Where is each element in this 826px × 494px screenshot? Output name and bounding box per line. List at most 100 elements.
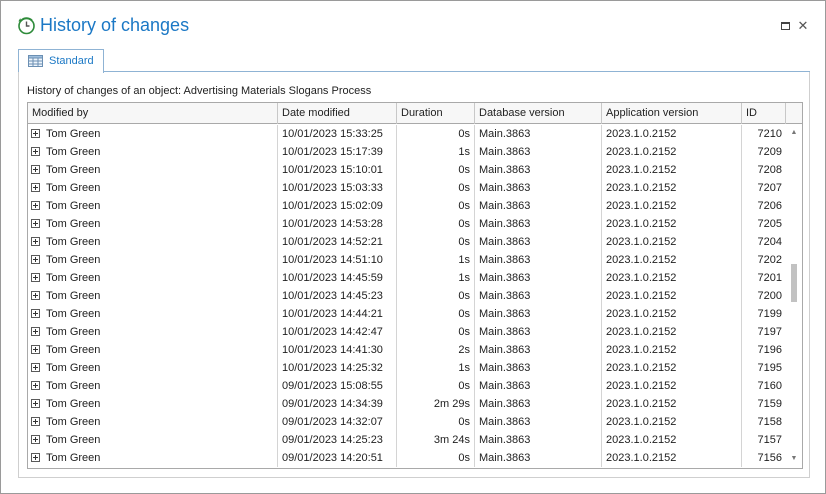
column-header-duration[interactable]: Duration [397, 103, 475, 124]
maximize-button[interactable] [778, 19, 792, 33]
cell-duration: 3m 24s [397, 431, 475, 449]
cell-modified-by: Tom Green [28, 215, 278, 233]
cell-modified-by: Tom Green [28, 341, 278, 359]
cell-duration: 0s [397, 233, 475, 251]
cell-date-modified: 10/01/2023 14:52:21 [278, 233, 397, 251]
cell-database-version: Main.3863 [475, 251, 602, 269]
cell-application-version: 2023.1.0.2152 [602, 359, 742, 377]
cell-modified-by: Tom Green [28, 359, 278, 377]
header-scroll-spacer [786, 103, 802, 124]
column-header-modified-by[interactable]: Modified by [28, 103, 278, 124]
cell-database-version: Main.3863 [475, 161, 602, 179]
table-row[interactable]: Tom Green 09/01/2023 14:32:07 0s Main.3863 2… [28, 413, 786, 431]
tab-strip: Standard [18, 47, 810, 73]
tab-standard[interactable]: Standard [18, 49, 104, 73]
cell-duration: 0s [397, 215, 475, 233]
cell-duration: 0s [397, 161, 475, 179]
cell-application-version: 2023.1.0.2152 [602, 413, 742, 431]
cell-id: 7199 [757, 308, 782, 320]
table-row[interactable]: Tom Green 10/01/2023 14:44:21 0s Main.3863 2… [28, 305, 786, 323]
cell-duration: 1s [397, 269, 475, 287]
cell-duration: 2m 29s [397, 395, 475, 413]
cell-application-version: 2023.1.0.2152 [602, 377, 742, 395]
table-row[interactable]: Tom Green 09/01/2023 15:08:55 0s Main.3863 2… [28, 377, 786, 395]
table-row[interactable]: Tom Green 10/01/2023 14:51:10 1s Main.3863 2… [28, 251, 786, 269]
cell-modified-by: Tom Green [28, 125, 278, 143]
cell-modified-by: Tom Green [28, 431, 278, 449]
cell-application-version: 2023.1.0.2152 [602, 125, 742, 143]
cell-application-version: 2023.1.0.2152 [602, 179, 742, 197]
column-header-date-modified[interactable]: Date modified [278, 103, 397, 124]
cell-date-modified: 10/01/2023 14:42:47 [278, 323, 397, 341]
cell-date-modified: 10/01/2023 14:25:32 [278, 359, 397, 377]
column-header-application-version[interactable]: Application version [602, 103, 742, 124]
scroll-thumb[interactable] [791, 264, 797, 302]
table-row[interactable]: Tom Green 10/01/2023 15:17:39 1s Main.3863 2… [28, 143, 786, 161]
vertical-scrollbar[interactable]: ▲ ▼ [786, 124, 802, 468]
cell-database-version: Main.3863 [475, 269, 602, 287]
table-row[interactable]: Tom Green 10/01/2023 14:45:59 1s Main.3863 2… [28, 269, 786, 287]
cell-application-version: 2023.1.0.2152 [602, 233, 742, 251]
cell-database-version: Main.3863 [475, 395, 602, 413]
cell-date-modified: 09/01/2023 14:25:23 [278, 431, 397, 449]
cell-duration: 0s [397, 305, 475, 323]
table-row[interactable]: Tom Green 10/01/2023 15:10:01 0s Main.3863 2… [28, 161, 786, 179]
cell-database-version: Main.3863 [475, 305, 602, 323]
cell-modified-by: Tom Green [28, 251, 278, 269]
table-row[interactable]: Tom Green 09/01/2023 14:25:23 3m 24s Main.3… [28, 431, 786, 449]
cell-id: 7204 [757, 236, 782, 248]
table-row[interactable]: Tom Green 10/01/2023 15:03:33 0s Main.3863 2… [28, 179, 786, 197]
cell-date-modified: 10/01/2023 14:44:21 [278, 305, 397, 323]
cell-modified-by: Tom Green [28, 377, 278, 395]
table-row[interactable]: Tom Green 09/01/2023 14:20:51 0s Main.3863 2… [28, 449, 786, 467]
cell-id: 7210 [757, 128, 782, 140]
cell-database-version: Main.3863 [475, 413, 602, 431]
column-header-database-version[interactable]: Database version [475, 103, 602, 124]
cell-application-version: 2023.1.0.2152 [602, 269, 742, 287]
cell-duration: 0s [397, 179, 475, 197]
cell-date-modified: 10/01/2023 14:45:23 [278, 287, 397, 305]
cell-database-version: Main.3863 [475, 341, 602, 359]
close-button[interactable]: ✕ [796, 19, 810, 33]
cell-id: 7209 [757, 146, 782, 158]
table-row[interactable]: Tom Green 10/01/2023 15:02:09 0s Main.3863 2… [28, 197, 786, 215]
cell-id: 7202 [757, 254, 782, 266]
cell-id: 7205 [757, 218, 782, 230]
grid-header: Modified by Date modified Duration Datab… [28, 103, 802, 124]
cell-modified-by: Tom Green [28, 197, 278, 215]
tab-label: Standard [49, 55, 94, 67]
cell-modified-by: Tom Green [28, 269, 278, 287]
cell-date-modified: 09/01/2023 14:32:07 [278, 413, 397, 431]
table-row[interactable]: Tom Green 10/01/2023 14:53:28 0s Main.3863 2… [28, 215, 786, 233]
cell-database-version: Main.3863 [475, 179, 602, 197]
scroll-up-icon[interactable]: ▲ [786, 126, 802, 140]
cell-duration: 0s [397, 377, 475, 395]
cell-duration: 0s [397, 449, 475, 467]
scroll-down-icon[interactable]: ▼ [786, 452, 802, 466]
table-row[interactable]: Tom Green 10/01/2023 14:52:21 0s Main.3863 2… [28, 233, 786, 251]
cell-duration: 0s [397, 287, 475, 305]
cell-date-modified: 09/01/2023 15:08:55 [278, 377, 397, 395]
cell-modified-by: Tom Green [28, 413, 278, 431]
table-row[interactable]: Tom Green 10/01/2023 14:42:47 0s Main.3863 2… [28, 323, 786, 341]
table-row[interactable]: Tom Green 10/01/2023 15:33:25 0s Main.3863 2… [28, 125, 786, 143]
cell-modified-by: Tom Green [28, 323, 278, 341]
history-grid: Modified by Date modified Duration Datab… [27, 102, 803, 469]
cell-duration: 1s [397, 359, 475, 377]
table-row[interactable]: Tom Green 10/01/2023 14:45:23 0s Main.3863 2… [28, 287, 786, 305]
cell-database-version: Main.3863 [475, 431, 602, 449]
cell-duration: 0s [397, 413, 475, 431]
table-row[interactable]: Tom Green 09/01/2023 14:34:39 2m 29s Main.3… [28, 395, 786, 413]
cell-id: 7200 [757, 290, 782, 302]
column-header-id[interactable]: ID [742, 103, 786, 124]
table-row[interactable]: Tom Green 10/01/2023 14:41:30 2s Main.3863 2… [28, 341, 786, 359]
cell-modified-by: Tom Green [28, 449, 278, 467]
table-row[interactable]: Tom Green 10/01/2023 14:25:32 1s Main.3863 2… [28, 359, 786, 377]
cell-modified-by: Tom Green [28, 143, 278, 161]
cell-application-version: 2023.1.0.2152 [602, 323, 742, 341]
cell-duration: 1s [397, 251, 475, 269]
cell-database-version: Main.3863 [475, 125, 602, 143]
cell-date-modified: 10/01/2023 15:33:25 [278, 125, 397, 143]
cell-application-version: 2023.1.0.2152 [602, 161, 742, 179]
cell-id: 7156 [757, 452, 782, 464]
